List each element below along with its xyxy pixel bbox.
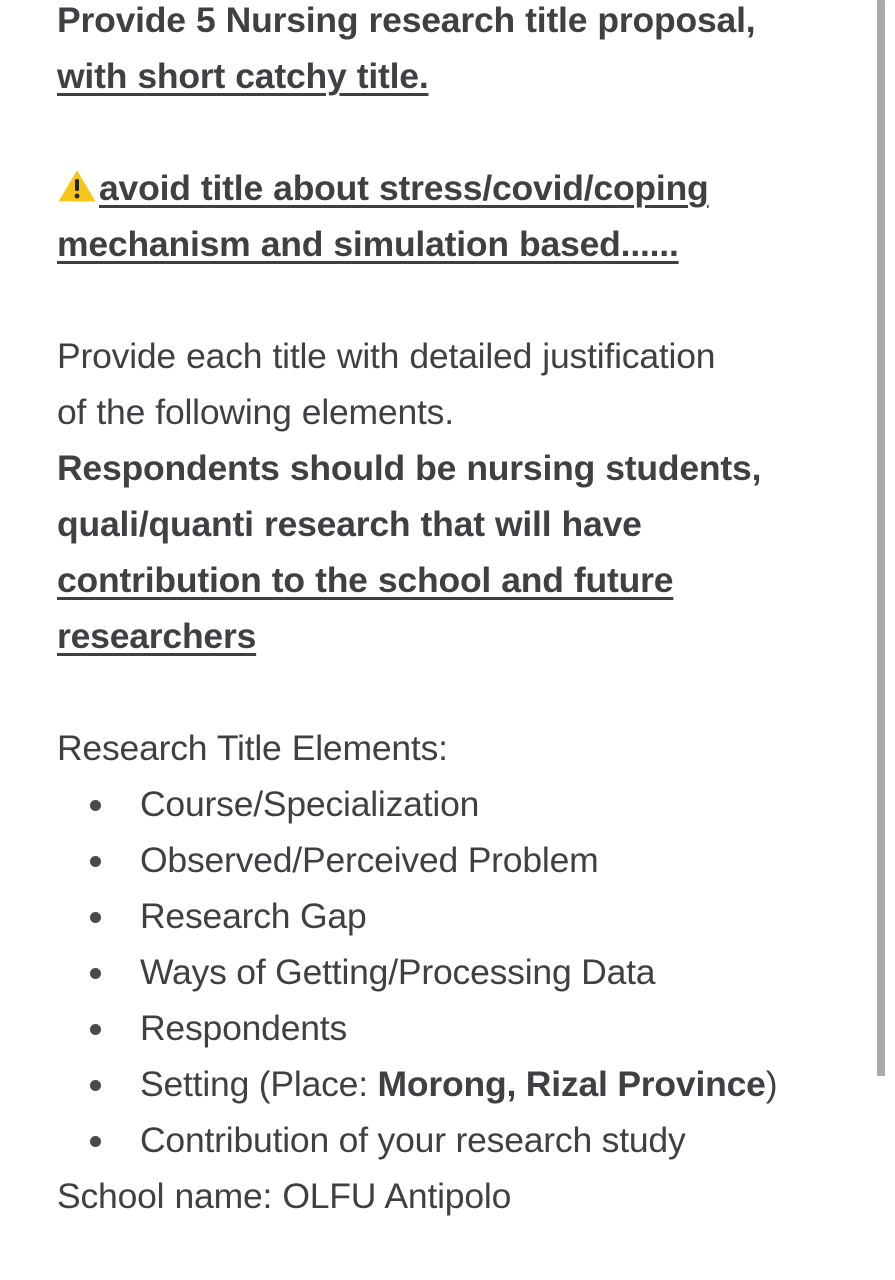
warning-block: avoid title about stress/covid/coping me… (57, 160, 857, 272)
list-item: Respondents (57, 1000, 857, 1056)
document-content: Provide 5 Nursing research title proposa… (0, 0, 857, 1224)
bullet-dot-icon (90, 1080, 101, 1091)
justification-block: Provide each title with detailed justifi… (57, 328, 857, 440)
respondents-line-4: researchers (57, 616, 257, 656)
bullet-dot-icon (90, 856, 101, 867)
paragraph-spacer-2 (57, 272, 857, 328)
list-item: Contribution of your research study (57, 1112, 857, 1168)
instruction-line-2: with short catchy title. (57, 56, 429, 96)
warning-line-1: avoid title about stress/covid/coping (99, 168, 709, 208)
document-scroll-viewport[interactable]: Provide 5 Nursing research title proposa… (0, 0, 871, 1280)
paragraph-spacer-3 (57, 664, 857, 720)
respondents-block: Respondents should be nursing students, … (57, 440, 857, 664)
elements-list: Course/Specialization Observed/Perceived… (57, 776, 857, 1168)
list-item-label: Observed/Perceived Problem (140, 840, 599, 880)
instruction-line-1: Provide 5 Nursing research title proposa… (57, 0, 756, 40)
setting-place-emphasis: Morong, Rizal Province (377, 1064, 766, 1104)
justification-line-2: of the following elements. (57, 392, 454, 432)
school-name-line: School name: OLFU Antipolo (57, 1176, 512, 1216)
list-item: Observed/Perceived Problem (57, 832, 857, 888)
vertical-scrollbar-thumb[interactable] (877, 0, 885, 1076)
bullet-dot-icon (90, 1136, 101, 1147)
bullet-dot-icon (90, 912, 101, 923)
elements-heading: Research Title Elements: (57, 728, 448, 768)
paragraph-spacer-1 (57, 104, 857, 160)
list-item: Research Gap (57, 888, 857, 944)
respondents-line-3: contribution to the school and future (57, 560, 674, 600)
list-item: Course/Specialization (57, 776, 857, 832)
bullet-dot-icon (90, 800, 101, 811)
warning-triangle-icon (57, 168, 97, 204)
list-item-setting: Setting (Place: Morong, Rizal Province) (57, 1056, 857, 1112)
bullet-dot-icon (90, 968, 101, 979)
list-item: Ways of Getting/Processing Data (57, 944, 857, 1000)
vertical-scrollbar-track[interactable] (871, 0, 895, 1280)
list-item-label: Ways of Getting/Processing Data (140, 952, 656, 992)
respondents-line-1: Respondents should be nursing students, (57, 448, 762, 488)
warning-line-2: mechanism and simulation based...... (57, 224, 679, 264)
list-item-label: Course/Specialization (140, 784, 480, 824)
instruction-block-1: Provide 5 Nursing research title proposa… (57, 0, 857, 104)
list-item-label: Respondents (140, 1008, 348, 1048)
justification-line-1: Provide each title with detailed justifi… (57, 336, 716, 376)
respondents-line-2: quali/quanti research that will have (57, 504, 642, 544)
setting-prefix: Setting (Place: (140, 1064, 378, 1104)
bullet-dot-icon (90, 1024, 101, 1035)
setting-suffix: ) (765, 1064, 778, 1104)
list-item-label: Contribution of your research study (140, 1120, 686, 1160)
list-item-label: Research Gap (140, 896, 367, 936)
